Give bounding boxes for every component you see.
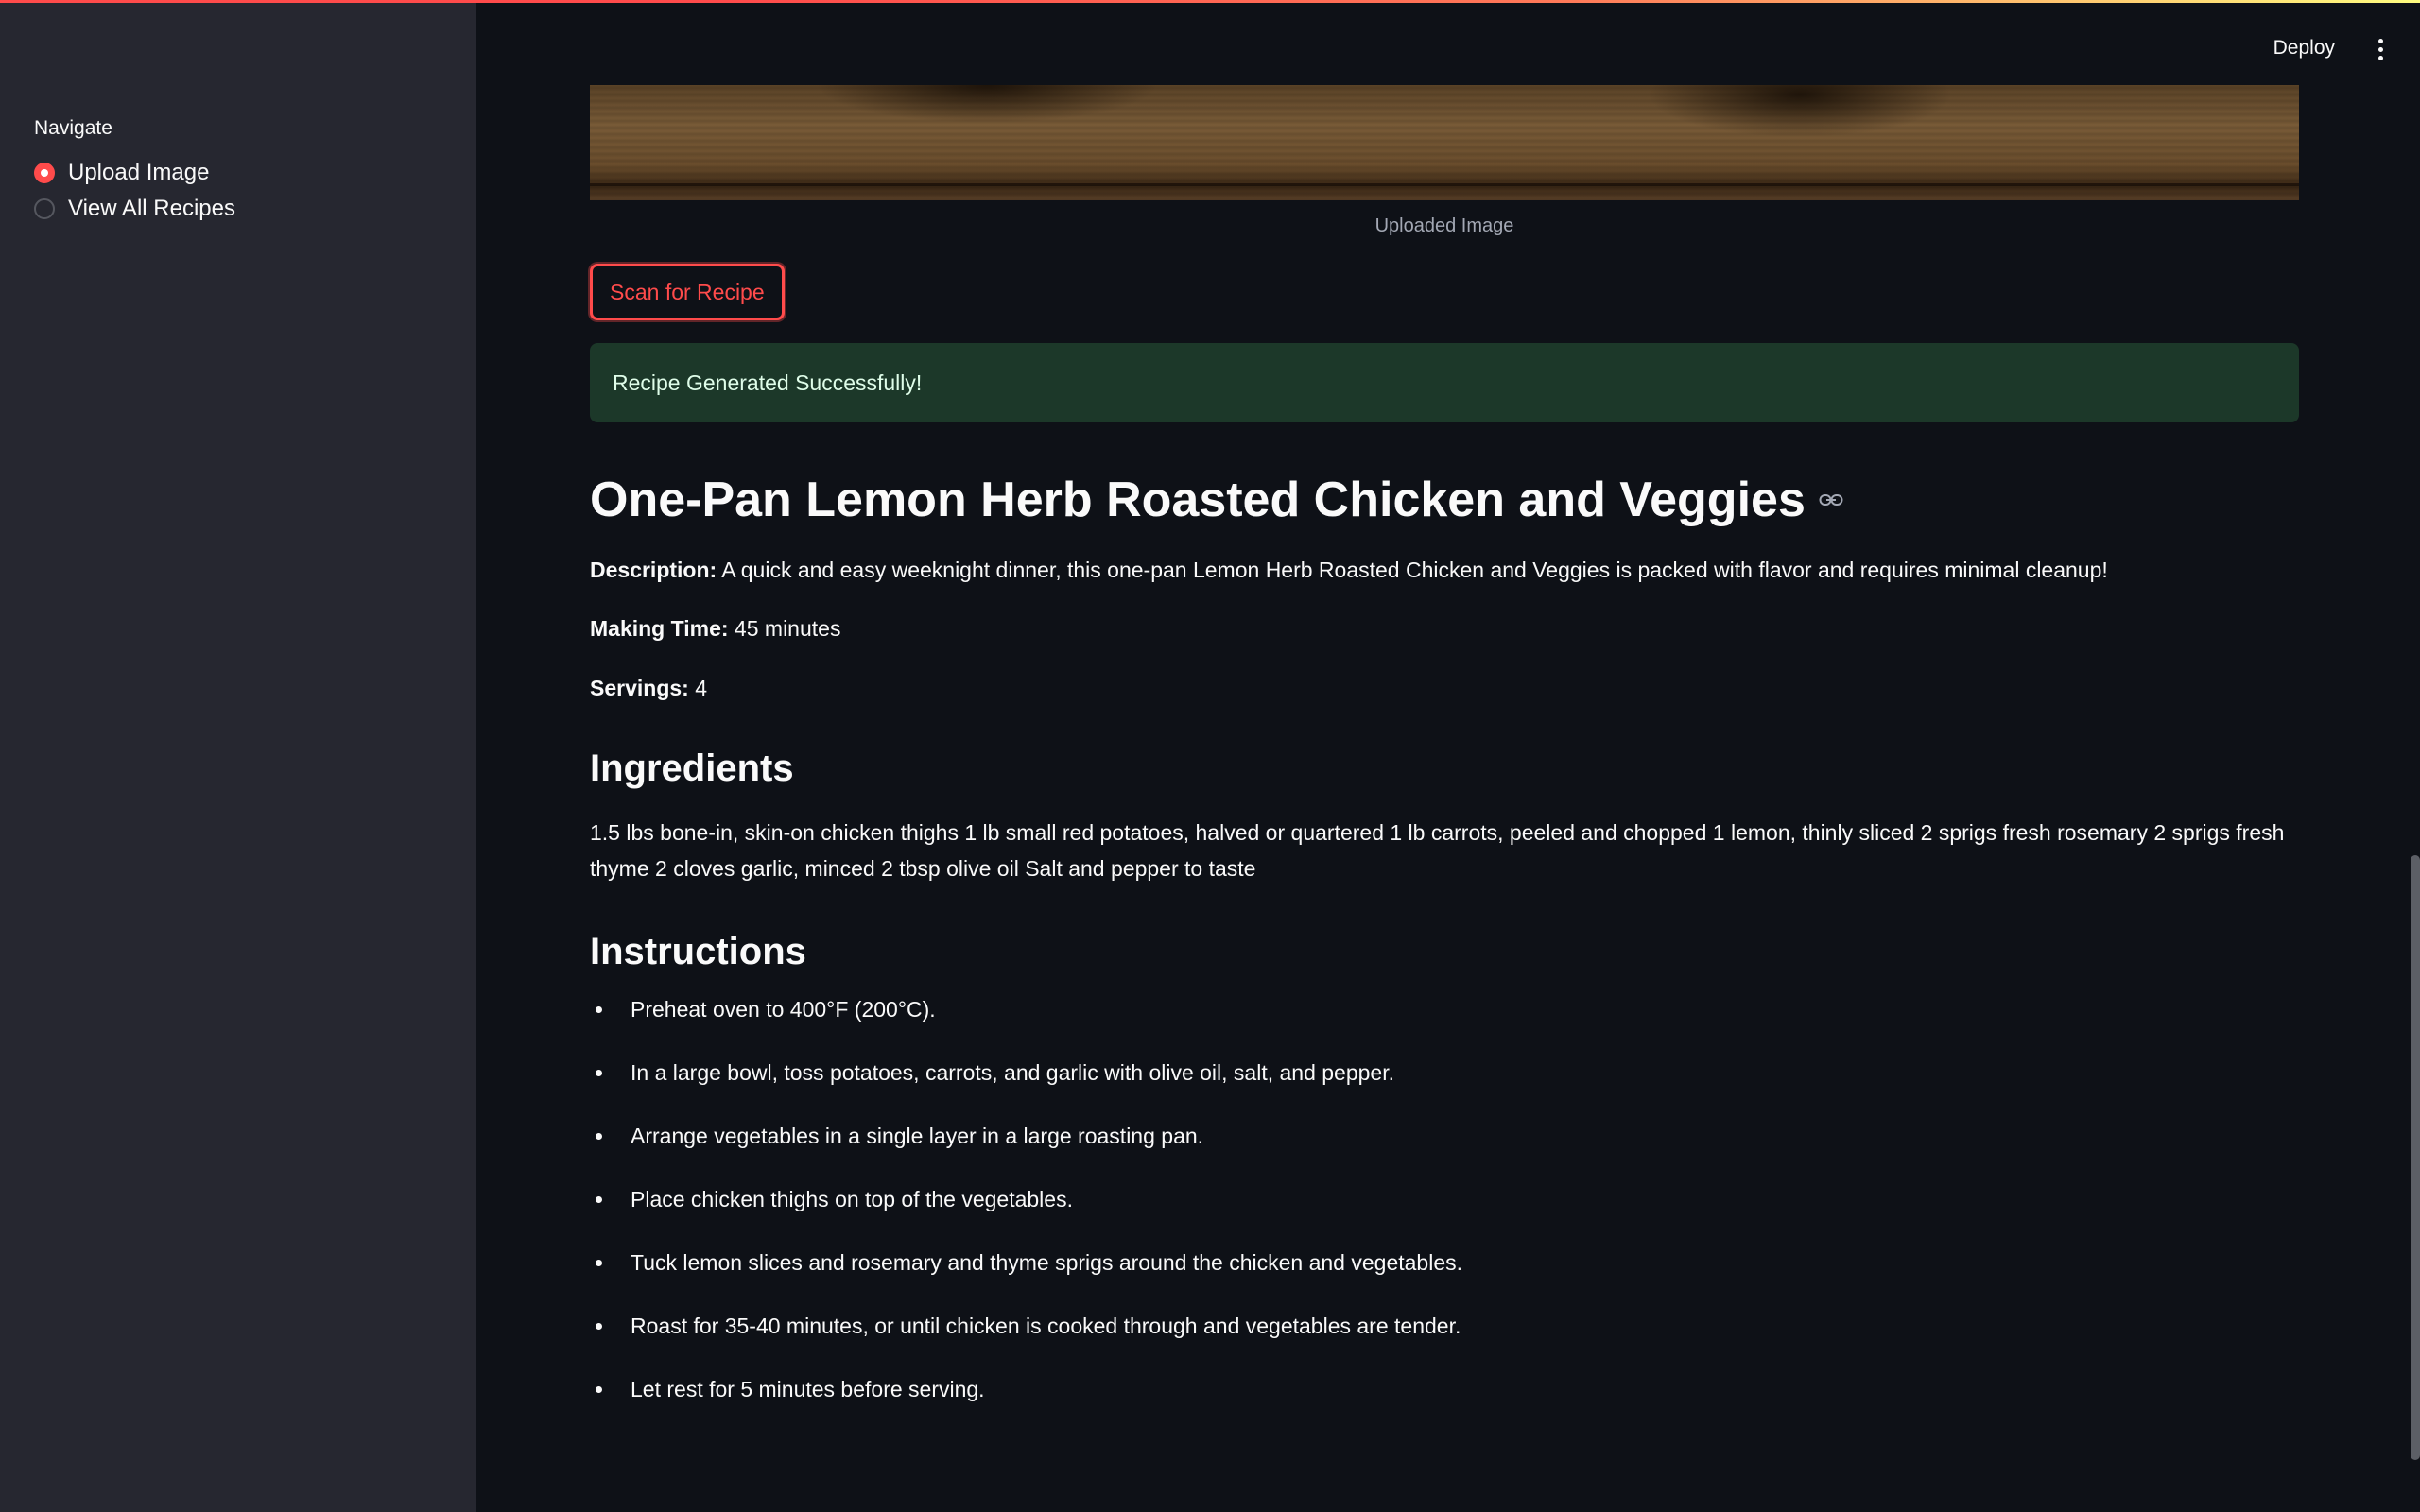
instruction-item: Tuck lemon slices and rosemary and thyme… — [590, 1247, 2299, 1278]
making-time-value: 45 minutes — [728, 616, 841, 641]
success-alert: Recipe Generated Successfully! — [590, 343, 2299, 422]
recipe-making-time: Making Time: 45 minutes — [590, 613, 2299, 644]
servings-value: 4 — [688, 676, 708, 700]
recipe-servings: Servings: 4 — [590, 673, 2299, 703]
app-header: Deploy — [476, 3, 2420, 88]
main-content: Uploaded Image Scan for Recipe Recipe Ge… — [590, 85, 2299, 1437]
deploy-button[interactable]: Deploy — [2273, 37, 2335, 60]
ingredients-heading: Ingredients — [590, 747, 794, 789]
instruction-item: In a large bowl, toss potatoes, carrots,… — [590, 1057, 2299, 1088]
radio-label: Upload Image — [68, 160, 210, 185]
scan-for-recipe-button[interactable]: Scan for Recipe — [590, 264, 785, 320]
top-decoration-bar — [0, 0, 2420, 3]
nav-radio-group: Upload Image View All Recipes — [34, 155, 442, 227]
radio-checked-icon[interactable] — [34, 163, 55, 183]
instructions-heading: Instructions — [590, 931, 806, 972]
uploaded-image — [590, 85, 2299, 200]
radio-label: View All Recipes — [68, 196, 235, 221]
making-time-label: Making Time: — [590, 616, 729, 641]
radio-option-view-all-recipes[interactable]: View All Recipes — [34, 191, 442, 227]
instructions-list: Preheat oven to 400°F (200°C). In a larg… — [590, 994, 2299, 1404]
instruction-item: Arrange vegetables in a single layer in … — [590, 1121, 2299, 1151]
radio-option-upload-image[interactable]: Upload Image — [34, 155, 442, 191]
instruction-item: Place chicken thighs on top of the veget… — [590, 1184, 2299, 1214]
servings-label: Servings: — [590, 676, 689, 700]
kebab-menu-icon[interactable] — [2378, 39, 2384, 61]
description-label: Description: — [590, 558, 717, 582]
image-caption: Uploaded Image — [1374, 215, 1514, 236]
recipe-description: Description: A quick and easy weeknight … — [590, 555, 2299, 585]
ingredients-text: 1.5 lbs bone-in, skin-on chicken thighs … — [590, 820, 2285, 881]
main-scrollbar[interactable] — [2411, 855, 2420, 1460]
radio-unchecked-icon[interactable] — [34, 198, 55, 219]
nav-title: Navigate — [34, 117, 112, 139]
instruction-item: Roast for 35-40 minutes, or until chicke… — [590, 1311, 2299, 1341]
instruction-item: Preheat oven to 400°F (200°C). — [590, 994, 2299, 1024]
anchor-link-icon[interactable] — [1819, 492, 1843, 507]
recipe-title: One-Pan Lemon Herb Roasted Chicken and V… — [590, 470, 2299, 530]
sidebar: Navigate Upload Image View All Recipes — [0, 0, 476, 1512]
instruction-item: Let rest for 5 minutes before serving. — [590, 1374, 2299, 1404]
recipe-title-text: One-Pan Lemon Herb Roasted Chicken and V… — [590, 472, 1806, 527]
description-text: A quick and easy weeknight dinner, this … — [717, 558, 2108, 582]
